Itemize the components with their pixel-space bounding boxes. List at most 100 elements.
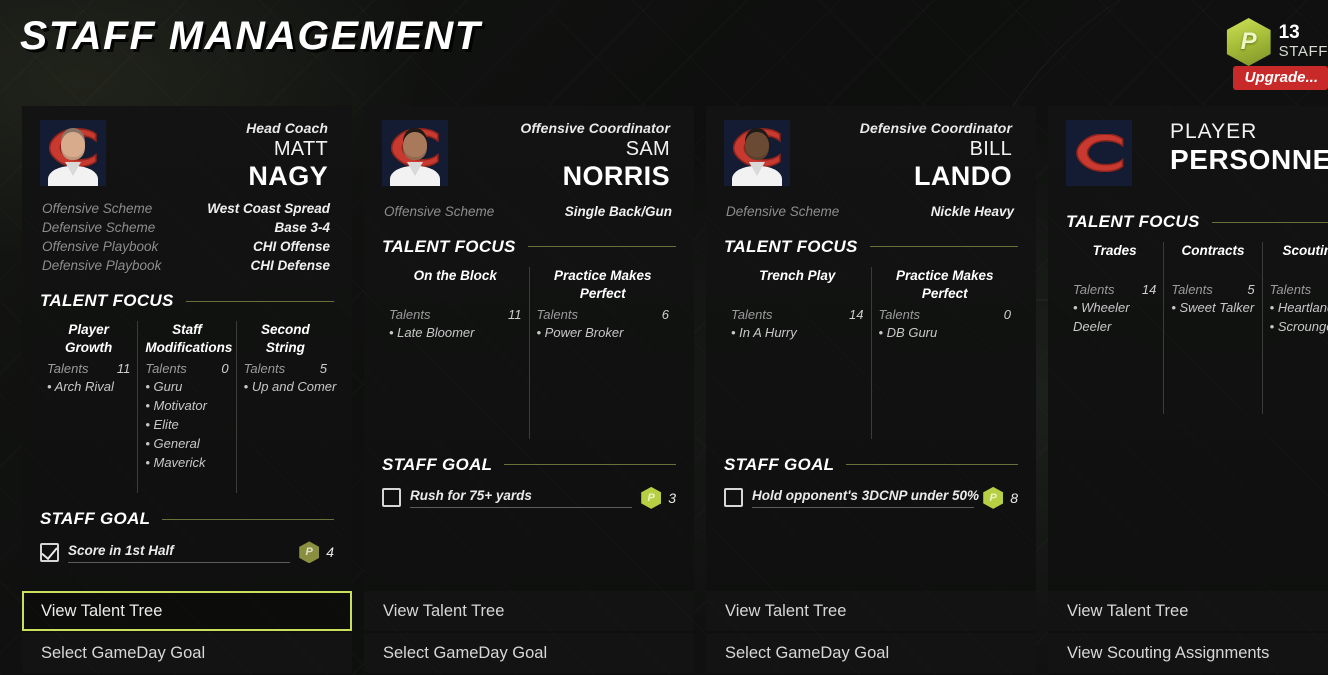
talent-count-label: Talents <box>731 306 773 322</box>
goal-text-field: Hold opponent's 3DCNP under 50% <box>752 487 979 509</box>
staff-counter: P 13 STAFF <box>1226 18 1328 66</box>
talent-count-value: 11 <box>116 361 131 377</box>
team-logo-icon <box>1076 134 1124 172</box>
talent-column[interactable]: Scouting Talents • Heartland • Scrounger <box>1261 242 1328 414</box>
scheme-label: Offensive Scheme <box>42 200 153 216</box>
upgrade-button[interactable]: Upgrade... <box>1232 66 1328 90</box>
scheme-row: Offensive Playbook CHI Offense <box>40 237 334 256</box>
action-button[interactable]: View Scouting Assignments <box>1048 633 1328 673</box>
staff-card-list: Head Coach MATT NAGY Offensive Scheme West C… <box>22 106 1328 675</box>
scheme-value: CHI Defense <box>250 258 330 274</box>
staff-goal-row[interactable]: Hold opponent's 3DCNP under 50% P 8 <box>724 486 1018 509</box>
hex-glyph: P <box>305 546 313 559</box>
portrait-head <box>61 132 85 160</box>
scheme-value: Nickle Heavy <box>930 203 1014 219</box>
staff-point-icon: P <box>299 541 320 564</box>
talent-count-value: 5 <box>319 361 327 377</box>
staff-goal-heading: STAFF GOAL <box>40 509 334 529</box>
goal-checkbox[interactable] <box>724 488 743 508</box>
staff-goal-row[interactable]: Score in 1st Half P 4 <box>40 541 334 564</box>
card-header: Head Coach MATT NAGY <box>40 106 334 191</box>
talent-column[interactable]: Practice Makes Perfect Talents 6 • Power Br… <box>528 266 677 439</box>
talent-count-value: 11 <box>508 306 522 322</box>
perk-list: • Arch Rival <box>47 378 130 397</box>
card-actions: View Talent Tree Select GameDay Goal <box>706 591 1036 675</box>
staff-count-value: 13 <box>1278 21 1300 43</box>
action-button[interactable]: View Talent Tree <box>1048 591 1328 631</box>
talent-column[interactable]: Trench Play Talents 14 • In A Hurry <box>724 267 871 439</box>
staff-last-name: LANDO <box>914 160 1012 191</box>
talent-count-row: Talents 0 <box>879 307 1012 322</box>
talent-count-row: Talents 14 <box>731 307 864 322</box>
talent-count-row: Talents 14 <box>1073 282 1156 297</box>
heading-rule <box>869 246 1018 248</box>
goal-text-field: Rush for 75+ yards <box>410 487 633 509</box>
talent-columns: Trades Talents 14 • Wheeler Deeler Contracts… <box>1066 242 1328 414</box>
staff-goal-title: STAFF GOAL <box>382 454 493 474</box>
talent-column-name: Trench Play <box>759 267 836 283</box>
action-button[interactable]: View Talent Tree <box>706 591 1036 631</box>
talent-column[interactable]: Player Growth Talents 11 • Arch Rival <box>40 321 137 493</box>
goal-text-field: Score in 1st Half <box>68 542 291 563</box>
scheme-value: CHI Offense <box>252 239 330 255</box>
perk-list: • Heartland • Scrounger <box>1270 299 1328 337</box>
perk-item: • Late Bloomer <box>389 324 475 340</box>
heading-rule <box>1211 221 1328 223</box>
talent-column[interactable]: Practice Makes Perfect Talents 0 • DB Guru <box>870 266 1019 439</box>
hex-glyph: P <box>647 491 655 504</box>
heading-rule <box>185 300 334 302</box>
goal-checkbox[interactable] <box>40 542 59 562</box>
goal-checkbox[interactable] <box>382 488 401 508</box>
talent-count-label: Talents <box>536 306 578 322</box>
staff-point-icon: P <box>983 486 1004 509</box>
perk-item: • Elite <box>145 417 179 433</box>
heading-rule <box>162 518 334 520</box>
goal-reward-value: 3 <box>668 489 676 506</box>
perk-list: • Wheeler Deeler <box>1073 299 1156 337</box>
staff-identity: Head Coach MATT NAGY <box>118 120 334 191</box>
talent-column[interactable]: On the Block Talents 11 • Late Bloomer <box>382 267 529 439</box>
heading-rule <box>846 464 1018 466</box>
talent-count-row: Talents 0 <box>145 361 228 376</box>
goal-reward: P4 <box>299 541 334 564</box>
scheme-value: Single Back/Gun <box>564 203 672 219</box>
perk-item: • Motivator <box>145 398 207 414</box>
perk-item: • General <box>145 435 200 451</box>
talent-columns: Trench Play Talents 14 • In A Hurry Practice… <box>724 266 1019 439</box>
scheme-label: Defensive Playbook <box>42 258 162 274</box>
talent-column[interactable]: Second String Talents 5 • Up and Comer <box>235 321 337 494</box>
card-header: PLAYERPERSONNEL <box>1066 106 1328 186</box>
staff-goal-row[interactable]: Rush for 75+ yards P 3 <box>382 486 676 509</box>
talent-column-name: On the Block <box>413 267 497 283</box>
talent-count-value: 5 <box>1247 282 1255 297</box>
action-button[interactable]: View Talent Tree <box>22 591 352 631</box>
talent-columns: On the Block Talents 11 • Late Bloomer Pract… <box>382 266 677 439</box>
talent-count-row: Talents 5 <box>1171 282 1254 297</box>
talent-focus-title: TALENT FOCUS <box>40 291 174 311</box>
talent-count-row: Talents 6 <box>537 307 670 322</box>
goal-reward: P3 <box>641 486 676 509</box>
action-button[interactable]: Select GameDay Goal <box>364 633 694 673</box>
talent-focus-heading: TALENT FOCUS <box>382 237 676 257</box>
staff-goal-title: STAFF GOAL <box>724 454 835 474</box>
perk-list: • Sweet Talker <box>1171 299 1254 318</box>
perk-list: • In A Hurry <box>731 324 864 343</box>
staff-card: Offensive Coordinator SAM NORRIS Offensive … <box>364 106 694 675</box>
staff-first-name: PLAYER <box>1170 120 1258 143</box>
portrait-head <box>745 132 769 160</box>
staff-last-name: NAGY <box>248 160 328 191</box>
staff-identity: PLAYERPERSONNEL <box>1144 120 1328 176</box>
perk-item: • In A Hurry <box>731 324 797 340</box>
talent-column[interactable]: Trades Talents 14 • Wheeler Deeler <box>1066 242 1163 414</box>
talent-count-row: Talents 5 <box>244 361 327 376</box>
staff-role: Offensive Coordinator <box>520 120 670 136</box>
talent-column[interactable]: Staff Modifications Talents 0 • Guru • Motiv… <box>137 321 235 494</box>
scheme-row: Defensive Scheme Nickle Heavy <box>724 202 1018 221</box>
action-button[interactable]: View Talent Tree <box>364 591 694 631</box>
goal-reward-value: 8 <box>1010 489 1018 506</box>
perk-list: • Up and Comer <box>244 378 337 397</box>
talent-column[interactable]: Contracts Talents 5 • Sweet Talker <box>1163 242 1261 414</box>
action-button[interactable]: Select GameDay Goal <box>706 633 1036 673</box>
action-button[interactable]: Select GameDay Goal <box>22 633 352 673</box>
goal-reward: P8 <box>983 486 1018 509</box>
